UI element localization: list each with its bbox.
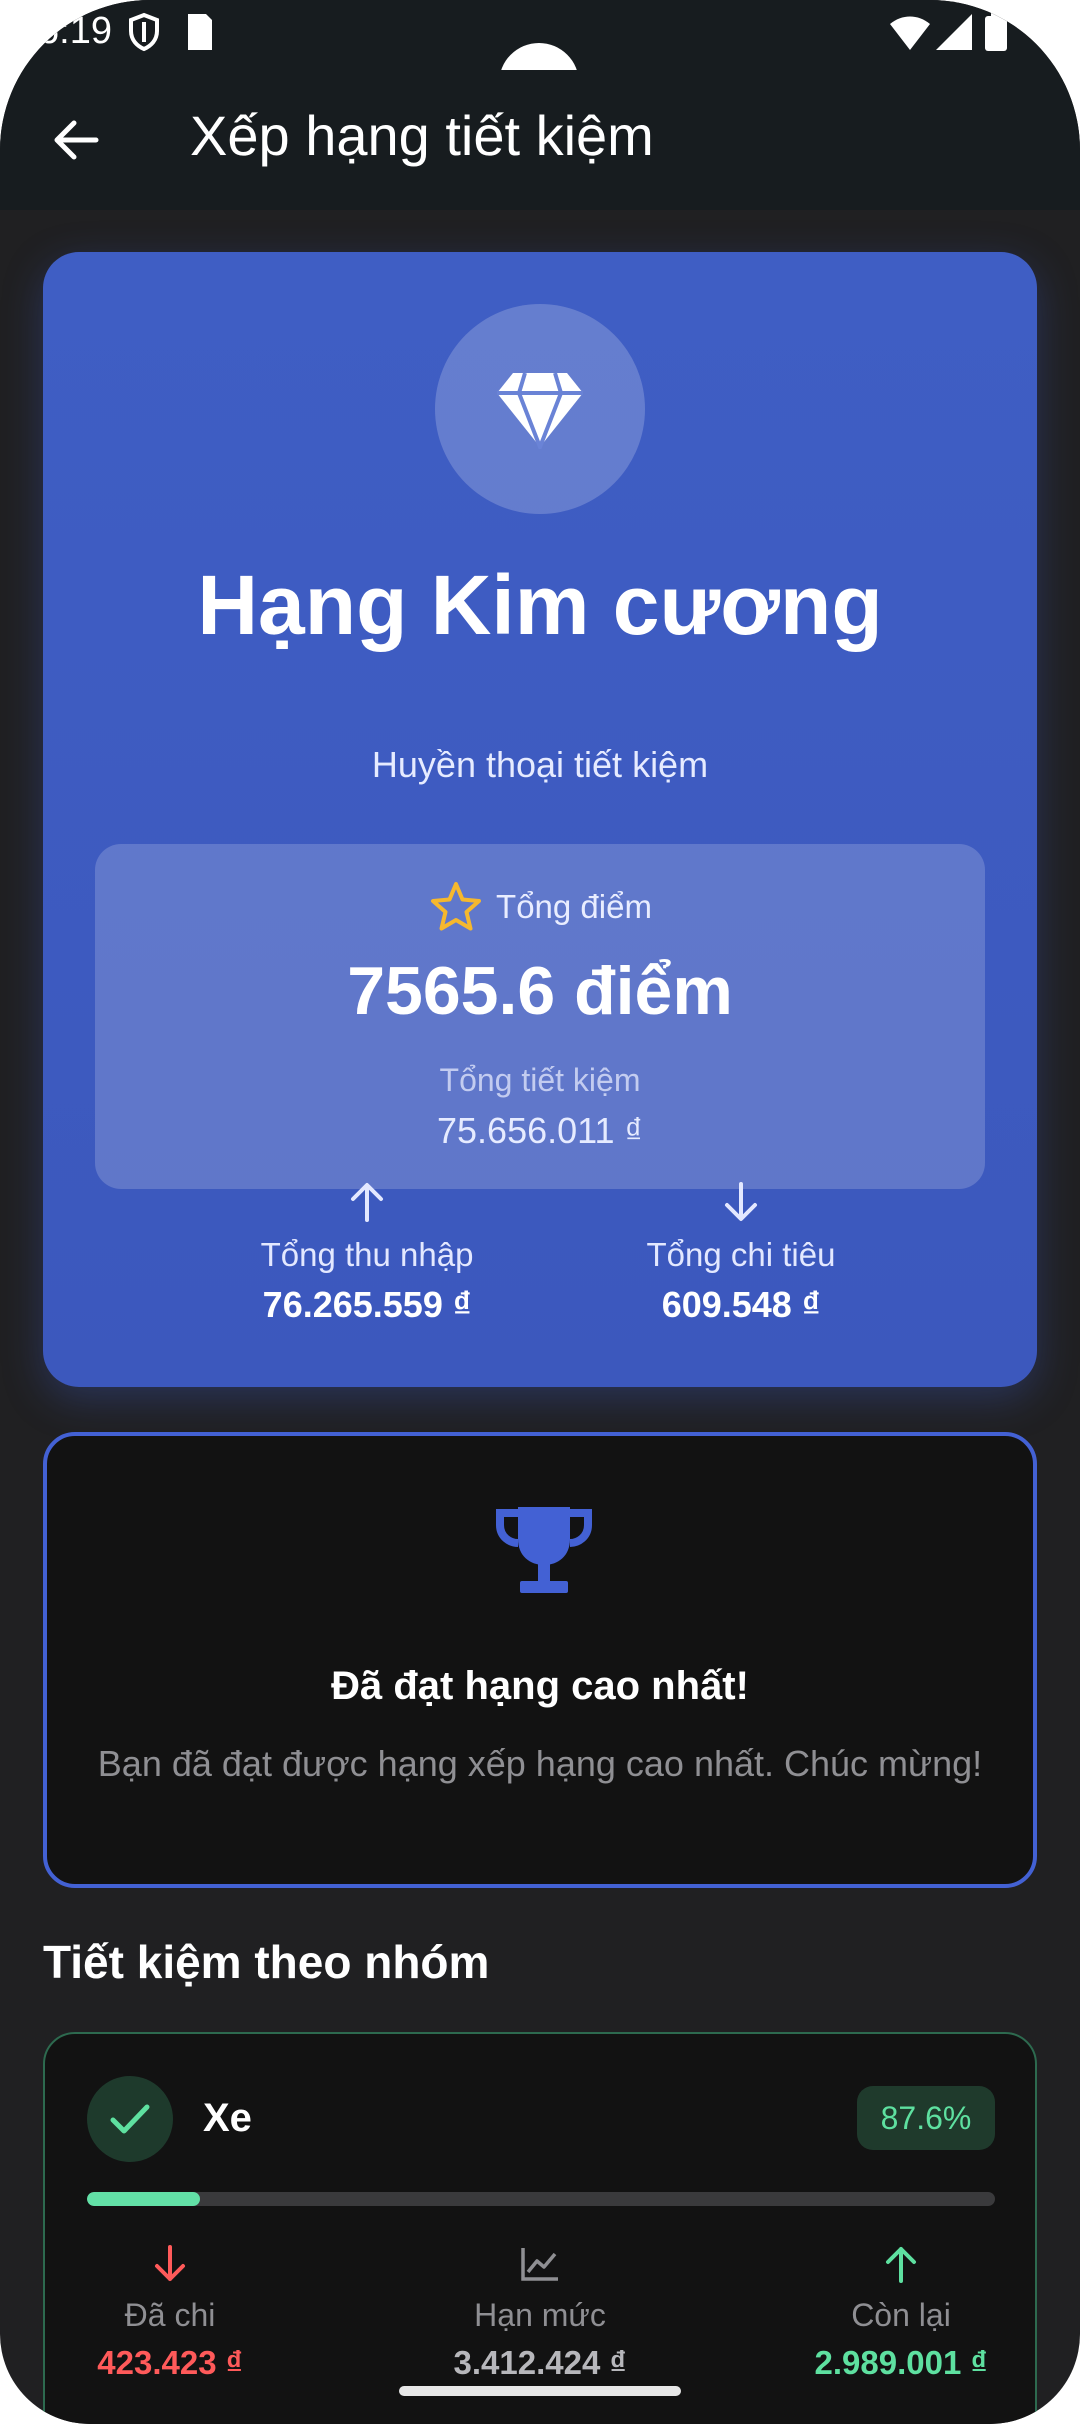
limit-label: Hạn mức — [474, 2297, 606, 2333]
points-label: Tổng điểm — [496, 888, 652, 925]
remaining-label: Còn lại — [851, 2297, 951, 2333]
group-card[interactable]: Xe 87.6% Đã chi 423.423 ₫ Hạn mức 3.412.… — [43, 2032, 1037, 2424]
arrow-up-icon — [886, 2247, 916, 2283]
remaining-value: 2.989.001 ₫ — [814, 2344, 988, 2381]
income-label: Tổng thu nhập — [260, 1236, 474, 1273]
wifi-icon — [888, 12, 932, 57]
limit-value: 3.412.424 ₫ — [453, 2344, 627, 2381]
achievement-card: Đã đạt hạng cao nhất! Bạn đã đạt được hạ… — [43, 1432, 1037, 1888]
income-value: 76.265.559 ₫ — [262, 1284, 472, 1325]
rank-subtitle: Huyền thoại tiết kiệm — [371, 744, 709, 785]
progress-fill — [87, 2192, 200, 2206]
spent-label: Đã chi — [124, 2297, 216, 2333]
spent-stat: Đã chi 423.423 ₫ — [65, 2239, 275, 2382]
home-indicator[interactable] — [399, 2386, 681, 2396]
back-arrow-icon — [54, 120, 99, 160]
back-button[interactable] — [40, 104, 112, 176]
arrow-down-icon — [725, 1182, 757, 1221]
expense-label: Tổng chi tiêu — [646, 1236, 836, 1273]
star-icon — [431, 882, 482, 931]
shield-icon — [128, 12, 160, 57]
battery-icon — [984, 12, 1008, 57]
section-title: Tiết kiệm theo nhóm — [43, 1936, 490, 1988]
spent-value: 423.423 ₫ — [97, 2344, 243, 2381]
sim-card-icon — [186, 12, 214, 57]
status-time: 6:19 — [38, 10, 112, 52]
signal-icon — [934, 12, 974, 57]
arrow-up-icon — [351, 1183, 383, 1222]
percent-badge: 87.6% — [857, 2086, 995, 2150]
achievement-title: Đã đạt hạng cao nhất! — [331, 1664, 749, 1708]
page-title: Xếp hạng tiết kiệm — [190, 104, 654, 167]
trophy-icon — [496, 1507, 592, 1593]
content-scroll[interactable]: Hạng Kim cương Huyền thoại tiết kiệm Tổn… — [0, 210, 1080, 2424]
savings-label: Tổng tiết kiệm — [439, 1062, 641, 1098]
group-name: Xe — [203, 2096, 252, 2140]
rank-title: Hạng Kim cương — [197, 558, 883, 652]
savings-value: 75.656.011 ₫ — [437, 1110, 643, 1151]
rank-badge — [435, 304, 645, 514]
phone-screen: 6:19 Xếp hạng tiết kiệm Hạng Kim cương H… — [0, 0, 1080, 2424]
expense-value: 609.548 ₫ — [661, 1284, 821, 1325]
points-summary: Tổng điểm 7565.6 điểm Tổng tiết kiệm 75.… — [95, 844, 985, 1189]
points-value: 7565.6 điểm — [347, 953, 733, 1029]
remaining-stat: Còn lại 2.989.001 ₫ — [781, 2239, 1021, 2382]
diamond-icon — [497, 372, 583, 449]
arrow-down-icon — [155, 2245, 185, 2281]
trend-chart-icon — [521, 2248, 558, 2281]
check-icon — [110, 2104, 150, 2134]
group-status — [87, 2076, 173, 2162]
limit-stat: Hạn mức 3.412.424 ₫ — [400, 2239, 680, 2382]
achievement-description: Bạn đã đạt được hạng xếp hạng cao nhất. … — [97, 1743, 983, 1784]
rank-card: Hạng Kim cương Huyền thoại tiết kiệm Tổn… — [43, 252, 1037, 1387]
progress-bar — [87, 2192, 995, 2206]
income-summary: Tổng thu nhập 76.265.559 ₫ — [207, 1172, 527, 1326]
app-bar: Xếp hạng tiết kiệm — [0, 70, 1080, 210]
expense-summary: Tổng chi tiêu 609.548 ₫ — [581, 1172, 901, 1326]
